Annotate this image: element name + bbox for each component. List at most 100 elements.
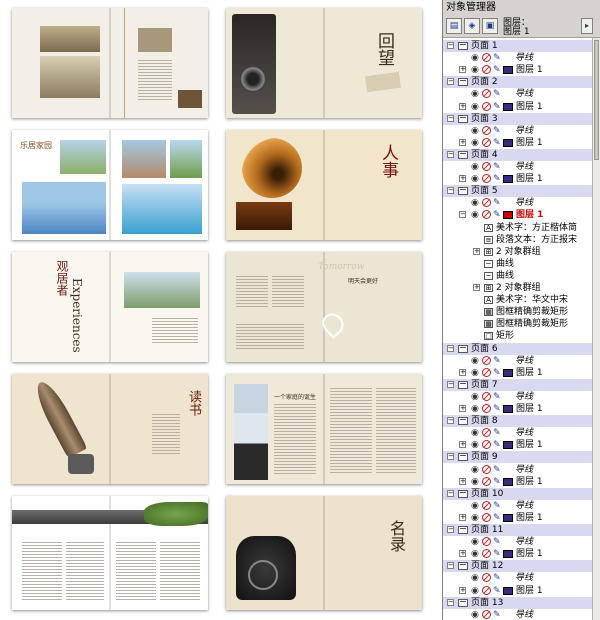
tree-layer-row[interactable]: + ◉ ✎ 图层 1 — [443, 101, 593, 113]
print-icon[interactable] — [482, 174, 491, 184]
collapse-toggle-icon[interactable]: − — [447, 489, 454, 497]
tree-layer-row[interactable]: + ◉ ✎ 图层 1 — [443, 403, 593, 415]
tree-page-row[interactable]: − 页面 9 — [443, 451, 593, 464]
eye-icon[interactable]: ◉ — [471, 53, 479, 63]
pencil-icon[interactable]: ✎ — [493, 89, 501, 99]
expand-toggle-icon[interactable]: + — [459, 405, 466, 412]
pencil-icon[interactable]: ✎ — [493, 573, 501, 583]
pencil-icon[interactable]: ✎ — [493, 586, 501, 596]
expand-toggle-icon[interactable]: + — [459, 586, 466, 594]
tree-guide-layer-row[interactable]: ◉ ✎ 导线 — [443, 464, 593, 476]
pencil-icon[interactable]: ✎ — [493, 610, 501, 620]
scrollbar-thumb[interactable] — [594, 40, 599, 160]
pencil-icon[interactable]: ✎ — [493, 549, 501, 559]
tree-guide-layer-row[interactable]: ◉ ✎ 导线 — [443, 125, 593, 137]
tree-layer-row[interactable]: + ◉ ✎ 图层 1 — [443, 64, 593, 76]
print-icon[interactable] — [482, 476, 491, 486]
expand-toggle-icon[interactable]: + — [459, 175, 466, 183]
collapse-toggle-icon[interactable]: − — [447, 187, 454, 195]
eye-icon[interactable]: ◉ — [471, 501, 479, 511]
tree-object-row[interactable]: ▦ 图框精确剪裁矩形 — [443, 306, 593, 318]
pencil-icon[interactable]: ✎ — [493, 477, 501, 487]
tree-scrollbar[interactable] — [592, 38, 600, 620]
tree-object-row[interactable]: A 美术字：华文中宋 — [443, 294, 593, 306]
eye-icon[interactable]: ◉ — [471, 465, 479, 475]
tree-guide-layer-row[interactable]: ◉ ✎ 导线 — [443, 391, 593, 403]
pencil-icon[interactable]: ✎ — [493, 126, 501, 136]
tree-object-row[interactable]: + ⊞ 2 对象群组 — [443, 282, 593, 294]
collapse-toggle-icon[interactable]: − — [447, 344, 454, 352]
pencil-icon[interactable]: ✎ — [493, 198, 501, 208]
pencil-icon[interactable]: ✎ — [493, 138, 501, 148]
tree-object-row[interactable]: ~ 曲线 — [443, 258, 593, 270]
pencil-icon[interactable]: ✎ — [493, 210, 501, 220]
spread-thumbnail-6[interactable]: Tomorrow 明天会更好 — [226, 252, 422, 362]
tree-layer-row[interactable]: + ◉ ✎ 图层 1 — [443, 476, 593, 488]
eye-icon[interactable]: ◉ — [471, 198, 479, 208]
no-print-icon[interactable] — [482, 428, 491, 438]
spread-thumbnail-8[interactable]: 一个家庭的诞生 — [226, 374, 422, 484]
tree-page-row[interactable]: − 页面 4 — [443, 148, 593, 161]
pencil-icon[interactable]: ✎ — [493, 356, 501, 366]
tree-page-row[interactable]: − 页面 8 — [443, 415, 593, 428]
eye-icon[interactable]: ◉ — [471, 368, 479, 378]
show-properties-icon[interactable]: ▤ — [446, 18, 462, 34]
collapse-toggle-icon[interactable]: − — [447, 42, 454, 49]
collapse-toggle-icon[interactable]: − — [447, 526, 454, 533]
collapse-toggle-icon[interactable]: − — [447, 598, 454, 606]
tree-object-row[interactable]: + ⊞ 2 对象群组 — [443, 246, 593, 258]
tree-guide-layer-row[interactable]: ◉ ✎ 导线 — [443, 161, 593, 173]
tree-guide-layer-row[interactable]: ◉ ✎ 导线 — [443, 52, 593, 64]
pencil-icon[interactable]: ✎ — [493, 392, 501, 402]
no-print-icon[interactable] — [482, 537, 491, 547]
tree-layer-row[interactable]: + ◉ ✎ 图层 1 — [443, 173, 593, 185]
expand-toggle-icon[interactable]: + — [473, 247, 480, 255]
collapse-toggle-icon[interactable]: − — [447, 417, 454, 425]
pencil-icon[interactable]: ✎ — [493, 465, 501, 475]
eye-icon[interactable]: ◉ — [471, 102, 479, 112]
tree-object-row[interactable]: ≡ 段落文本：方正报宋 — [443, 234, 593, 246]
eye-icon[interactable]: ◉ — [471, 549, 479, 559]
eye-icon[interactable]: ◉ — [471, 428, 479, 438]
collapse-toggle-icon[interactable]: − — [447, 150, 454, 158]
eye-icon[interactable]: ◉ — [471, 573, 479, 583]
expand-toggle-icon[interactable]: + — [459, 550, 466, 558]
no-print-icon[interactable] — [482, 500, 491, 510]
eye-icon[interactable]: ◉ — [471, 392, 479, 402]
tree-guide-layer-row[interactable]: ◉ ✎ 导线 — [443, 355, 593, 367]
print-icon[interactable] — [482, 440, 491, 450]
eye-icon[interactable]: ◉ — [471, 513, 479, 523]
expand-toggle-icon[interactable]: + — [473, 284, 480, 291]
no-print-icon[interactable] — [482, 198, 491, 208]
tree-page-row[interactable]: − 页面 5 — [443, 185, 593, 198]
collapse-toggle-icon[interactable]: − — [447, 114, 454, 122]
panel-menu-icon[interactable]: ▸ — [581, 18, 593, 34]
tree-page-row[interactable]: − 页面 12 — [443, 560, 593, 573]
pencil-icon[interactable]: ✎ — [493, 537, 501, 547]
tree-page-row[interactable]: − 页面 3 — [443, 112, 593, 125]
print-icon[interactable] — [482, 65, 491, 75]
tree-page-row[interactable]: − 页面 2 — [443, 76, 593, 89]
tree-guide-layer-row[interactable]: ◉ ✎ 导线 — [443, 197, 593, 209]
no-print-icon[interactable] — [482, 125, 491, 135]
tree-object-row[interactable]: □ 矩形 — [443, 330, 593, 342]
eye-icon[interactable]: ◉ — [471, 537, 479, 547]
no-print-icon[interactable] — [482, 53, 491, 63]
pencil-icon[interactable]: ✎ — [493, 513, 501, 523]
tree-guide-layer-row[interactable]: ◉ ✎ 导线 — [443, 536, 593, 548]
layer-manager-icon[interactable]: ▣ — [482, 18, 498, 34]
eye-icon[interactable]: ◉ — [471, 356, 479, 366]
collapse-toggle-icon[interactable]: − — [447, 453, 454, 461]
pencil-icon[interactable]: ✎ — [493, 440, 501, 450]
pencil-icon[interactable]: ✎ — [493, 174, 501, 184]
pencil-icon[interactable]: ✎ — [493, 428, 501, 438]
expand-toggle-icon[interactable]: + — [459, 368, 466, 376]
pencil-icon[interactable]: ✎ — [493, 53, 501, 63]
pencil-icon[interactable]: ✎ — [493, 404, 501, 414]
print-icon[interactable] — [482, 512, 491, 522]
print-icon[interactable] — [482, 585, 491, 595]
expand-toggle-icon[interactable]: + — [459, 66, 466, 74]
tree-layer-row[interactable]: + ◉ ✎ 图层 1 — [443, 137, 593, 149]
no-print-icon[interactable] — [482, 391, 491, 401]
spread-thumbnail-5[interactable]: 观居者 Experiences — [12, 252, 208, 362]
